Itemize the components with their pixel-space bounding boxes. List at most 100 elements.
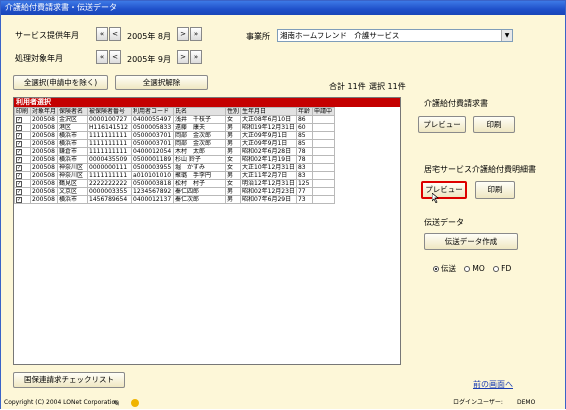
process-month-first-button[interactable]: « xyxy=(96,50,108,64)
table-cell: 堀 かすみ xyxy=(173,163,227,172)
table-cell: 岡部 金次郎 xyxy=(173,139,227,148)
checkbox[interactable]: ✓ xyxy=(16,156,22,163)
table-row[interactable]: ✓ 200508 鶴見区 2222222222 0500003818 松村 村子女明治12… xyxy=(14,179,335,188)
checkbox[interactable]: ✓ xyxy=(16,172,22,179)
process-month-label: 処理対象年月 xyxy=(15,54,63,63)
checkbox[interactable]: ✓ xyxy=(16,124,22,131)
print-checkbox-cell[interactable]: ✓ xyxy=(14,187,31,196)
statement-section-title: 居宅サービス介護給付費明細書 xyxy=(424,165,536,174)
prev-screen-link[interactable]: 前の画面へ xyxy=(473,379,513,390)
table-cell xyxy=(311,163,335,172)
table-cell: 60 xyxy=(295,123,313,132)
office-select[interactable]: 湘南ホームフレンド 介護サービス ▼ xyxy=(277,29,513,42)
table-cell: 1456789654 xyxy=(87,195,133,204)
table-cell: 85 xyxy=(295,139,313,148)
user-selection-grid: 利用者選択 印刷 対象年月 保険者名 被保険者番号 利用者コード 氏名 性別 生年月日 年齢 申請… xyxy=(13,97,401,365)
invoice-section-title: 介護給付費請求書 xyxy=(424,99,488,108)
office-label: 事業所 xyxy=(246,32,270,41)
service-month-next-button[interactable]: > xyxy=(177,27,189,41)
table-row[interactable]: ✓ 200508 文京区 0000003355 1234567892 秦仁四郎男昭和02年… xyxy=(14,187,335,196)
print-checkbox-cell[interactable]: ✓ xyxy=(14,171,31,180)
table-cell: 0500001189 xyxy=(131,155,175,164)
table-row[interactable]: ✓ 200508 横浜市 0000435509 0500001189 杉山 鈴子女昭和02… xyxy=(14,155,335,164)
coin-icon xyxy=(131,399,139,407)
statement-preview-button[interactable]: プレビュー xyxy=(421,181,467,199)
checkbox[interactable]: ✓ xyxy=(16,188,22,195)
column-header[interactable]: 性別 xyxy=(225,107,242,116)
table-row[interactable]: ✓ 200508 神奈川区 1111111111 a010101010 聚璐 手李円男大正… xyxy=(14,171,335,180)
print-checkbox-cell[interactable]: ✓ xyxy=(14,139,31,148)
column-header[interactable]: 生年月日 xyxy=(240,107,297,116)
checkbox[interactable]: ✓ xyxy=(16,132,22,139)
select-all-button[interactable]: 全選択(申請中を除く) xyxy=(13,75,108,90)
radio-transfer[interactable]: 伝送 xyxy=(433,264,456,273)
create-transfer-data-button[interactable]: 伝送データ作成 xyxy=(424,233,518,250)
table-cell: 0400055497 xyxy=(131,115,175,124)
table-cell: 男 xyxy=(225,171,242,180)
table-cell: 1111111111 xyxy=(87,147,133,156)
table-row[interactable]: ✓ 200508 横浜市 1456789654 0400012137 秦仁次郎男昭和07年… xyxy=(14,195,335,204)
table-cell: 1111111111 xyxy=(87,131,133,140)
column-header[interactable]: 申請中 xyxy=(311,107,335,116)
checkbox[interactable]: ✓ xyxy=(16,148,22,155)
column-header[interactable]: 被保険者番号 xyxy=(87,107,133,116)
check-list-button[interactable]: 国保連請求チェックリスト xyxy=(13,372,125,388)
print-checkbox-cell[interactable]: ✓ xyxy=(14,163,31,172)
checkbox[interactable]: ✓ xyxy=(16,196,22,203)
table-row[interactable]: ✓ 200508 横浜市 1111111111 0500003701 岡部 金次郎男大正0… xyxy=(14,139,335,148)
column-header[interactable]: 保険者名 xyxy=(57,107,89,116)
checkbox[interactable]: ✓ xyxy=(16,164,22,171)
login-user-label: ログインユーザー: xyxy=(453,399,503,406)
table-cell xyxy=(311,195,335,204)
invoice-print-button[interactable]: 印刷 xyxy=(473,116,515,133)
invoice-preview-button[interactable]: プレビュー xyxy=(418,116,466,133)
cursor-pointer-icon xyxy=(432,193,439,203)
radio-fd[interactable]: FD xyxy=(493,264,511,273)
column-header[interactable]: 利用者コード xyxy=(131,107,175,116)
table-row[interactable]: ✓ 200508 神奈川区 0000000111 0500003955 堀 かすみ女大正1… xyxy=(14,163,335,172)
checkbox[interactable]: ✓ xyxy=(16,140,22,147)
radio-icon[interactable] xyxy=(433,266,439,272)
table-cell: 200508 xyxy=(29,187,59,196)
radio-mo[interactable]: MO xyxy=(464,264,485,273)
table-cell: 200508 xyxy=(29,123,59,132)
print-checkbox-cell[interactable]: ✓ xyxy=(14,131,31,140)
table-row[interactable]: ✓ 200508 横浜市 1111111111 0500003701 岡部 金次郎男大正0… xyxy=(14,131,335,140)
table-cell: 200508 xyxy=(29,163,59,172)
statement-print-button[interactable]: 印刷 xyxy=(475,181,515,199)
table-cell: 200508 xyxy=(29,155,59,164)
column-header[interactable]: 対象年月 xyxy=(29,107,59,116)
login-user-value: DEMO xyxy=(517,399,536,406)
radio-icon[interactable] xyxy=(493,266,500,272)
table-cell: 遠藤 康夫 xyxy=(173,123,227,132)
print-checkbox-cell[interactable]: ✓ xyxy=(14,195,31,204)
table-cell: 77 xyxy=(295,187,313,196)
process-month-next-button[interactable]: > xyxy=(177,50,189,64)
table-cell: 岡部 金次郎 xyxy=(173,131,227,140)
print-checkbox-cell[interactable]: ✓ xyxy=(14,115,31,124)
chevron-down-icon[interactable]: ▼ xyxy=(501,30,512,41)
print-checkbox-cell[interactable]: ✓ xyxy=(14,179,31,188)
table-cell: 昭和07年6月29日 xyxy=(240,195,297,204)
column-header[interactable]: 氏名 xyxy=(173,107,227,116)
radio-icon[interactable] xyxy=(464,266,471,272)
checkbox[interactable]: ✓ xyxy=(16,180,22,187)
table-row[interactable]: ✓ 200508 鎌倉市 1111111111 0400012054 木村 太郎男昭和02… xyxy=(14,147,335,156)
column-header[interactable]: 印刷 xyxy=(14,107,31,116)
table-row[interactable]: ✓ 200508 港区 H116141512 0500005833 遠藤 康夫男昭和19年… xyxy=(14,123,335,132)
print-checkbox-cell[interactable]: ✓ xyxy=(14,155,31,164)
checkbox[interactable]: ✓ xyxy=(16,116,22,123)
print-checkbox-cell[interactable]: ✓ xyxy=(14,147,31,156)
process-month-last-button[interactable]: » xyxy=(190,50,202,64)
table-cell: 200508 xyxy=(29,131,59,140)
table-cell: 200508 xyxy=(29,171,59,180)
service-month-prev-button[interactable]: < xyxy=(109,27,121,41)
main-window: 介護給付費請求書・伝送データ サービス提供年月 « < 2005年 8月 > »… xyxy=(0,0,566,409)
service-month-last-button[interactable]: » xyxy=(190,27,202,41)
service-month-first-button[interactable]: « xyxy=(96,27,108,41)
process-month-prev-button[interactable]: < xyxy=(109,50,121,64)
column-header[interactable]: 年齢 xyxy=(295,107,313,116)
table-row[interactable]: ✓ 200508 金沢区 0000100727 0400055497 浅井 千枝子女大正0… xyxy=(14,115,335,124)
deselect-all-button[interactable]: 全選択解除 xyxy=(115,75,208,90)
print-checkbox-cell[interactable]: ✓ xyxy=(14,123,31,132)
